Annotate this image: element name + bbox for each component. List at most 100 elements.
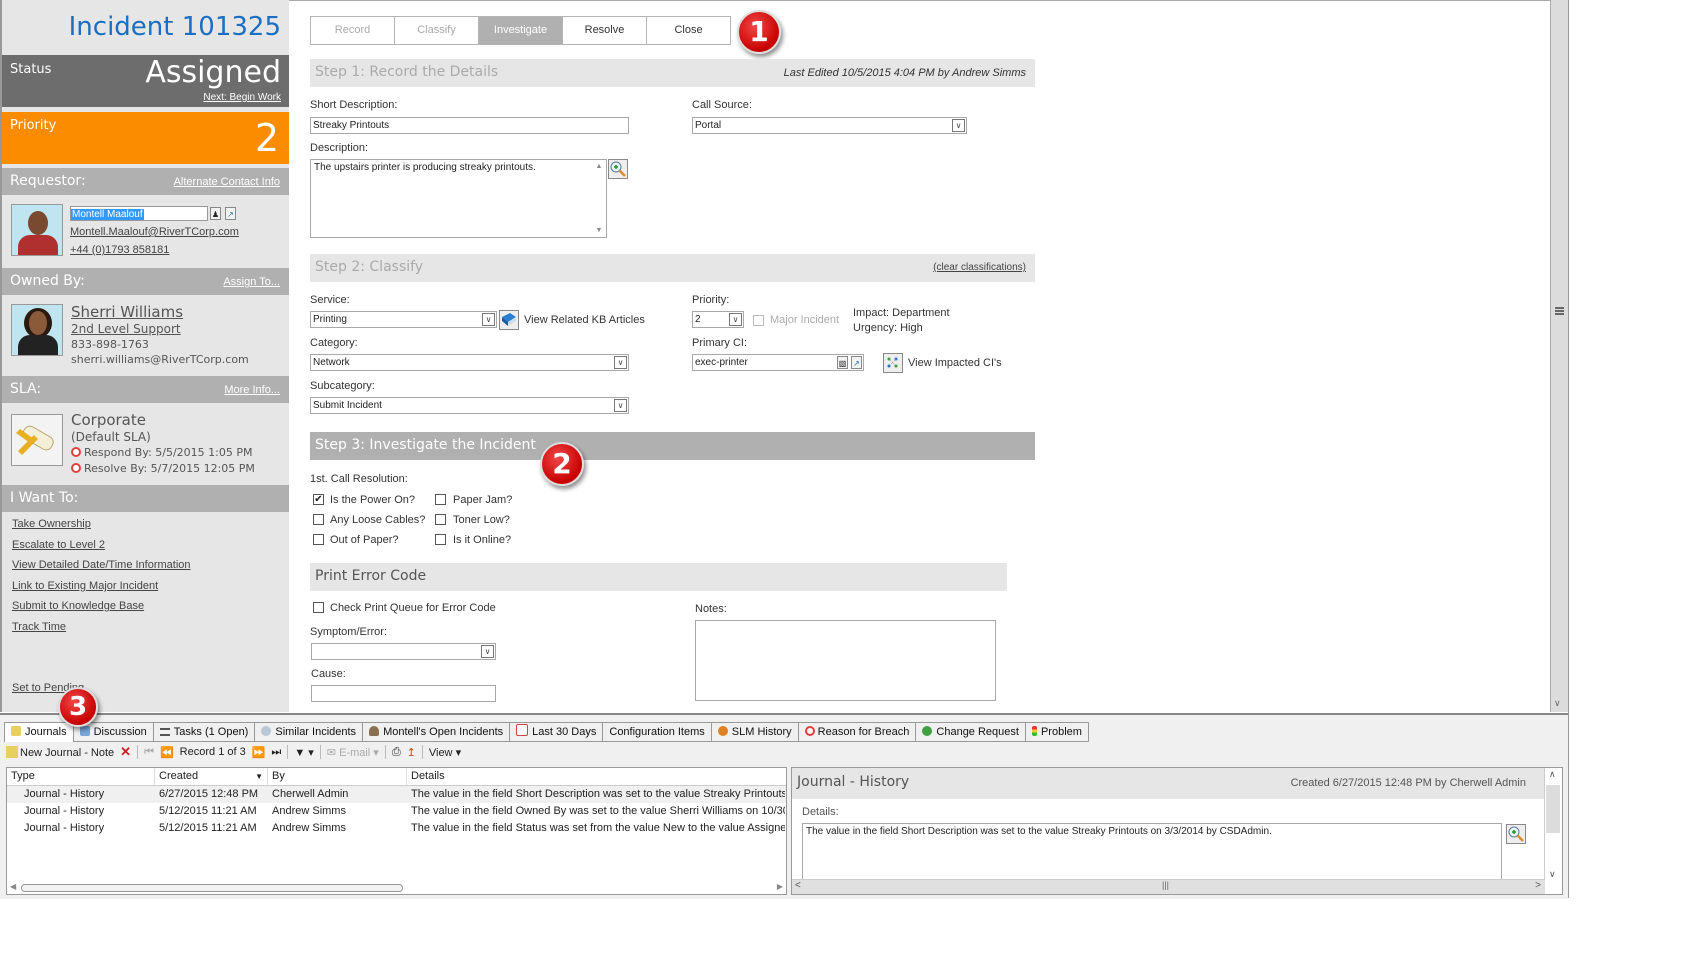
zoom-details-button[interactable] [1506,824,1526,844]
alternate-contact-link[interactable]: Alternate Contact Info [174,176,280,188]
call-source-select[interactable]: Portal ∨ [692,117,967,134]
scroll-left-arrow-icon[interactable]: ◀ [10,882,16,891]
tab-last-30-days[interactable]: Last 30 Days [510,722,604,742]
tab-slm-history[interactable]: SLM History [711,722,799,742]
submit-kb-link[interactable]: Submit to Knowledge Base [12,600,144,612]
paper-jam-checkbox[interactable] [435,494,446,505]
requestor-goto-icon[interactable]: ↗ [225,207,236,220]
assign-to-link[interactable]: Assign To... [223,276,280,288]
step-close[interactable]: Close [647,17,730,44]
step-classify[interactable]: Classify [395,17,479,44]
out-of-paper-checkbox[interactable] [313,534,324,545]
short-description-input[interactable]: Streaky Printouts [310,117,629,134]
column-by[interactable]: By [268,768,407,785]
scrollbar-thumb[interactable] [21,884,403,892]
email-button[interactable]: ✉ E-mail ▾ [327,746,379,759]
step-record[interactable]: Record [311,17,395,44]
category-select[interactable]: Network ∨ [310,354,629,371]
toner-low-checkbox[interactable] [435,514,446,525]
print-icon[interactable]: ⎙ [392,746,401,759]
is-online-checkbox[interactable] [435,534,446,545]
requestor-name-input[interactable]: Montell Maalouf [70,206,208,221]
filter-icon[interactable]: ▼ ▾ [294,746,313,759]
tab-change-request[interactable]: Change Request [916,722,1026,742]
column-type[interactable]: Type [7,768,155,785]
impacted-ci-button[interactable] [883,353,903,373]
link-major-incident-link[interactable]: Link to Existing Major Incident [12,580,158,592]
check-print-queue-checkbox[interactable] [313,602,324,613]
kb-articles-button[interactable] [499,310,519,330]
scroll-right-arrow-icon[interactable]: > [1535,880,1541,891]
requestor-lookup-icon[interactable]: ♟ [210,207,221,220]
last-record-icon[interactable]: ⏭ [271,746,281,759]
scrollbar-thumb[interactable] [1546,785,1560,833]
scroll-up-arrow-icon[interactable]: ∧ [1549,769,1556,780]
journal-row[interactable]: Journal - History 5/12/2015 11:21 AM And… [7,803,786,820]
journal-detail-hscrollbar[interactable]: < ||| > [792,879,1545,894]
view-menu-button[interactable]: View ▾ [429,746,461,759]
requestor-email-link[interactable]: Montell.Maalouf@RiverTCorp.com [70,226,239,238]
step-resolve[interactable]: Resolve [563,17,647,44]
tab-reason-for-breach[interactable]: Reason for Breach [798,722,917,742]
track-time-link[interactable]: Track Time [12,621,66,633]
power-on-checkbox[interactable]: ✔ [313,494,324,505]
clear-classifications-link[interactable]: (clear classifications) [933,262,1026,273]
description-scrollbar[interactable]: ▲ ▼ [593,161,605,236]
take-ownership-link[interactable]: Take Ownership [12,518,91,530]
column-details[interactable]: Details [407,768,786,785]
ci-lookup-icon[interactable]: ▧ [837,356,848,369]
owner-team-link[interactable]: 2nd Level Support [71,322,181,336]
chevron-down-icon[interactable]: ∨ [614,356,627,369]
service-select[interactable]: Printing ∨ [310,311,497,328]
scroll-down-arrow-icon[interactable]: ∨ [1554,698,1561,709]
first-record-icon[interactable]: ⏮ [144,746,154,759]
subcategory-select[interactable]: Submit Incident ∨ [310,397,629,414]
tab-open-incidents[interactable]: Montell's Open Incidents [363,722,511,742]
zoom-description-button[interactable] [608,159,628,179]
previous-record-icon[interactable]: ⏪ [160,746,174,759]
journal-row[interactable]: Journal - History 5/12/2015 11:21 AM And… [7,820,786,837]
sla-more-info-link[interactable]: More Info... [224,384,280,396]
journal-row[interactable]: Journal - History 6/27/2015 12:48 PM Che… [7,786,786,803]
step-investigate[interactable]: Investigate [479,17,563,44]
scroll-right-arrow-icon[interactable]: ▶ [777,882,783,891]
symptom-select[interactable]: ∨ [311,643,496,660]
journal-details-textarea[interactable]: The value in the field Short Description… [802,823,1502,881]
chevron-down-icon[interactable]: ∨ [614,399,627,412]
escalate-link[interactable]: Escalate to Level 2 [12,539,105,551]
scroll-grip-icon[interactable] [1555,307,1564,315]
chevron-down-icon[interactable]: ∨ [729,313,742,326]
description-textarea[interactable]: The upstairs printer is producing streak… [310,159,607,238]
priority-select[interactable]: 2 ∨ [692,311,744,328]
next-begin-work-link[interactable]: Next: Begin Work [203,92,281,103]
column-created[interactable]: Created ▼ [155,768,268,785]
owner-name-link[interactable]: Sherri Williams [71,303,183,321]
new-journal-button[interactable]: New Journal - Note [6,745,114,759]
tab-tasks[interactable]: Tasks (1 Open) [153,722,256,742]
major-incident-checkbox[interactable] [753,315,764,326]
loose-cables-checkbox[interactable] [313,514,324,525]
journal-grid-hscrollbar[interactable]: ◀ ▶ [7,881,786,894]
tab-problem[interactable]: Problem [1025,722,1089,742]
journal-detail-vscrollbar[interactable]: ∧ ∨ [1544,768,1562,881]
chevron-down-icon[interactable]: ∨ [482,313,495,326]
scroll-left-arrow-icon[interactable]: < [795,880,801,891]
cause-input[interactable] [311,685,496,702]
export-icon[interactable]: ↥ [407,746,416,759]
next-record-icon[interactable]: ⏩ [252,746,266,759]
scroll-down-arrow-icon[interactable]: ∨ [1549,869,1556,880]
view-kb-articles-link[interactable]: View Related KB Articles [524,314,645,326]
ci-goto-icon[interactable]: ↗ [851,356,862,369]
chevron-down-icon[interactable]: ∨ [952,119,965,132]
view-datetime-link[interactable]: View Detailed Date/Time Information [12,559,191,571]
delete-x-icon[interactable]: ✕ [120,744,131,760]
scroll-grip-icon[interactable]: ||| [1162,880,1169,890]
tab-configuration-items[interactable]: Configuration Items [603,722,712,742]
notes-textarea[interactable] [695,620,996,701]
tab-similar-incidents[interactable]: Similar Incidents [255,722,364,742]
requestor-phone-link[interactable]: +44 (0)1793 858181 [70,244,169,256]
primary-ci-input[interactable]: exec-printer ▧ ↗ [692,354,864,371]
chevron-down-icon[interactable]: ∨ [481,645,494,658]
tab-journals[interactable]: Journals [4,722,74,742]
form-vertical-scrollbar[interactable]: ∨ [1550,0,1568,712]
